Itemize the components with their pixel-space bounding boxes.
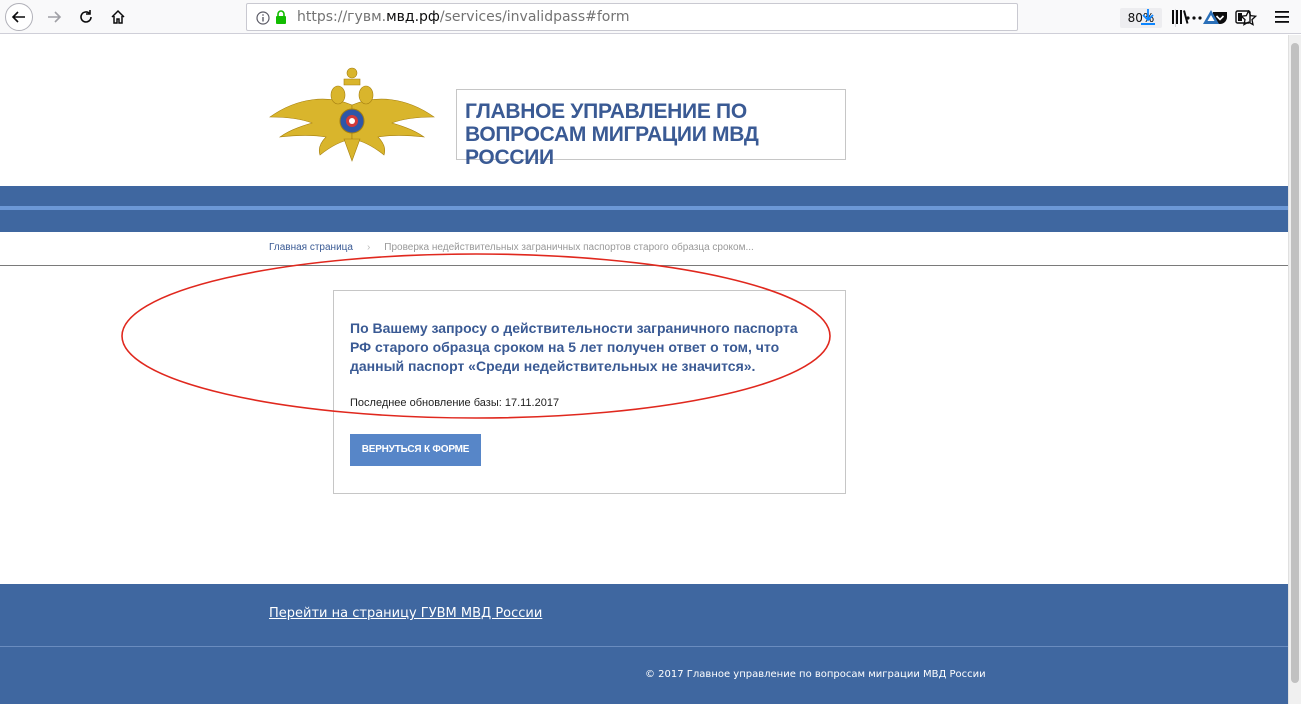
menu-button[interactable] bbox=[1270, 5, 1294, 29]
home-icon bbox=[111, 9, 125, 24]
return-to-form-button[interactable]: ВЕРНУТЬСЯ К ФОРМЕ bbox=[350, 434, 481, 466]
database-update-label: Последнее обновление базы: 17.11.2017 bbox=[350, 397, 560, 409]
library-button[interactable] bbox=[1168, 5, 1192, 29]
footer-copyright: © 2017 Главное управление по вопросам ми… bbox=[645, 669, 986, 680]
forward-button[interactable] bbox=[40, 3, 68, 31]
breadcrumb-current: Проверка недействительных заграничных па… bbox=[384, 242, 754, 253]
scrollbar-thumb[interactable] bbox=[1291, 43, 1299, 683]
back-button[interactable] bbox=[5, 3, 33, 31]
breadcrumb-home-link[interactable]: Главная страница bbox=[269, 242, 353, 253]
browser-toolbar: https://гувм.мвд.рф/services/invalidpass… bbox=[0, 0, 1301, 34]
download-icon bbox=[1141, 9, 1155, 25]
result-message: По Вашему запросу о действительности заг… bbox=[350, 320, 798, 374]
result-box: По Вашему запросу о действительности заг… bbox=[333, 290, 846, 494]
page-content: ГЛАВНОЕ УПРАВЛЕНИЕ ПО ВОПРОСАМ МИГРАЦИИ … bbox=[0, 35, 1288, 704]
header-accent-stripe bbox=[0, 206, 1288, 210]
downloads-button[interactable] bbox=[1136, 5, 1160, 29]
vertical-scrollbar[interactable] bbox=[1288, 35, 1301, 704]
breadcrumb-divider bbox=[0, 265, 1288, 266]
footer-link-guvm[interactable]: Перейти на страницу ГУВМ МВД России bbox=[269, 606, 542, 621]
lock-icon[interactable] bbox=[274, 10, 288, 29]
url-text[interactable]: https://гувм.мвд.рф/services/invalidpass… bbox=[297, 9, 630, 25]
footer-divider bbox=[0, 646, 1288, 647]
reload-icon bbox=[80, 10, 92, 23]
breadcrumb-separator: › bbox=[366, 242, 371, 253]
hamburger-menu-icon bbox=[1275, 11, 1289, 23]
library-icon bbox=[1172, 10, 1189, 24]
org-title: ГЛАВНОЕ УПРАВЛЕНИЕ ПО ВОПРОСАМ МИГРАЦИИ … bbox=[465, 100, 759, 169]
info-icon[interactable] bbox=[256, 10, 270, 29]
header-blue-band bbox=[0, 186, 1288, 232]
footer: Перейти на страницу ГУВМ МВД России © 20… bbox=[0, 584, 1288, 704]
double-headed-eagle-emblem bbox=[269, 67, 435, 162]
sidebar-button[interactable] bbox=[1231, 5, 1255, 29]
sidebar-icon bbox=[1235, 10, 1251, 24]
arrow-left-icon bbox=[11, 11, 25, 23]
extension-button[interactable] bbox=[1199, 5, 1223, 29]
home-button[interactable] bbox=[104, 3, 132, 31]
org-title-box: ГЛАВНОЕ УПРАВЛЕНИЕ ПО ВОПРОСАМ МИГРАЦИИ … bbox=[456, 89, 846, 169]
url-bar[interactable]: https://гувм.мвд.рф/services/invalidpass… bbox=[246, 3, 1257, 31]
arrow-right-icon bbox=[48, 11, 62, 23]
reload-button[interactable] bbox=[72, 3, 100, 31]
breadcrumb: Главная страница › Проверка недействительн… bbox=[269, 242, 754, 253]
extension-icon bbox=[1203, 10, 1219, 24]
